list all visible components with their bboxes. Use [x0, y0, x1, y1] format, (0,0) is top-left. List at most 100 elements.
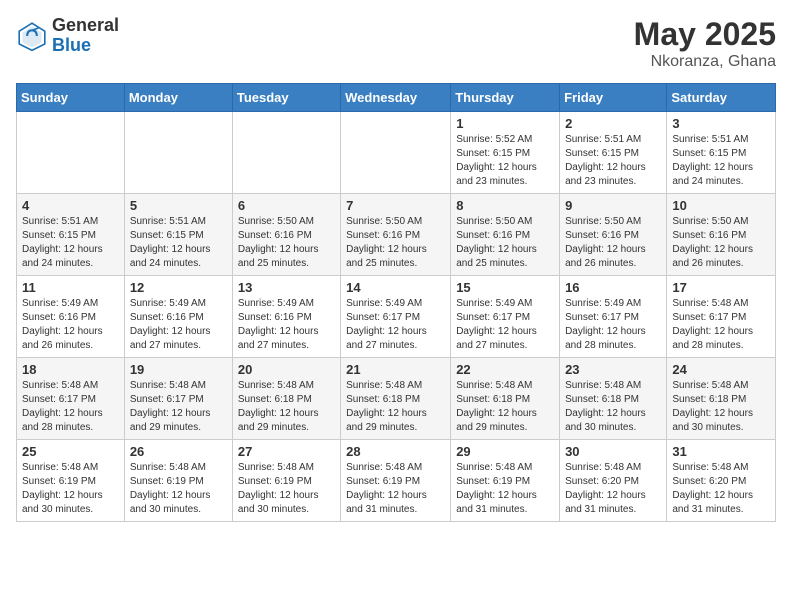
calendar-cell: 20Sunrise: 5:48 AM Sunset: 6:18 PM Dayli… [232, 358, 340, 440]
calendar-week-row: 18 Sunrise: 5:48 AM Sunset: 6:17 PM Dayli… [17, 358, 776, 440]
calendar-cell [341, 112, 451, 194]
calendar-cell: 29 Sunrise: 5:48 AM Sunset: 6:19 PM Dayli… [451, 440, 560, 522]
day-number: 10 [672, 198, 770, 213]
calendar-cell: 16Sunrise: 5:49 AM Sunset: 6:17 PM Dayli… [560, 276, 667, 358]
day-info: Sunrise: 5:50 AM Sunset: 6:16 PM Dayligh… [672, 215, 770, 271]
day-info: Sunrise: 5:49 AM Sunset: 6:16 PM Dayligh… [22, 297, 119, 353]
calendar-cell: 21Sunrise: 5:48 AM Sunset: 6:18 PM Dayli… [341, 358, 451, 440]
day-info: Sunrise: 5:48 AM Sunset: 6:20 PM Dayligh… [565, 461, 661, 517]
calendar-cell: 3 Sunrise: 5:51 AM Sunset: 6:15 PM Daylig… [667, 112, 776, 194]
day-number: 11 [22, 280, 119, 295]
calendar-table: SundayMondayTuesdayWednesdayThursdayFrid… [16, 83, 776, 522]
logo-icon [16, 20, 48, 52]
calendar-week-row: 4 Sunrise: 5:51 AM Sunset: 6:15 PM Daylig… [17, 194, 776, 276]
calendar-cell: 24 Sunrise: 5:48 AM Sunset: 6:18 PM Dayli… [667, 358, 776, 440]
calendar-cell: 27 Sunrise: 5:48 AM Sunset: 6:19 PM Dayli… [232, 440, 340, 522]
calendar-cell: 4Sunrise: 5:51 AM Sunset: 6:15 PM Daylig… [17, 194, 125, 276]
day-info: Sunrise: 5:48 AM Sunset: 6:17 PM Dayligh… [130, 379, 227, 435]
day-number: 16 [565, 280, 661, 295]
calendar-cell: 13 Sunrise: 5:49 AM Sunset: 6:16 PM Dayli… [232, 276, 340, 358]
day-info: Sunrise: 5:48 AM Sunset: 6:19 PM Dayligh… [238, 461, 335, 517]
day-number: 8 [456, 198, 554, 213]
weekday-header: Wednesday [341, 84, 451, 112]
calendar-cell: 23 Sunrise: 5:48 AM Sunset: 6:18 PM Dayli… [560, 358, 667, 440]
day-info: Sunrise: 5:50 AM Sunset: 6:16 PM Dayligh… [565, 215, 661, 271]
calendar-cell: 28 Sunrise: 5:48 AM Sunset: 6:19 PM Dayli… [341, 440, 451, 522]
day-info: Sunrise: 5:48 AM Sunset: 6:19 PM Dayligh… [130, 461, 227, 517]
weekday-header: Sunday [17, 84, 125, 112]
day-info: Sunrise: 5:48 AM Sunset: 6:18 PM Dayligh… [346, 379, 445, 435]
calendar-cell: 2 Sunrise: 5:51 AM Sunset: 6:15 PM Daylig… [560, 112, 667, 194]
page-header: General Blue May 2025 Nkoranza, Ghana [16, 16, 776, 71]
day-info: Sunrise: 5:48 AM Sunset: 6:19 PM Dayligh… [346, 461, 445, 517]
day-number: 5 [130, 198, 227, 213]
day-number: 30 [565, 444, 661, 459]
day-info: Sunrise: 5:50 AM Sunset: 6:16 PM Dayligh… [346, 215, 445, 271]
calendar-cell [17, 112, 125, 194]
calendar-cell: 25 Sunrise: 5:48 AM Sunset: 6:19 PM Dayli… [17, 440, 125, 522]
day-info: Sunrise: 5:49 AM Sunset: 6:17 PM Dayligh… [346, 297, 445, 353]
day-number: 15 [456, 280, 554, 295]
calendar-cell: 10 Sunrise: 5:50 AM Sunset: 6:16 PM Dayli… [667, 194, 776, 276]
calendar-cell: 7 Sunrise: 5:50 AM Sunset: 6:16 PM Daylig… [341, 194, 451, 276]
day-number: 18 [22, 362, 119, 377]
day-number: 1 [456, 116, 554, 131]
day-info: Sunrise: 5:48 AM Sunset: 6:20 PM Dayligh… [672, 461, 770, 517]
day-info: Sunrise: 5:48 AM Sunset: 6:18 PM Dayligh… [456, 379, 554, 435]
logo-blue: Blue [52, 36, 119, 56]
day-number: 3 [672, 116, 770, 131]
calendar-cell: 17 Sunrise: 5:48 AM Sunset: 6:17 PM Dayli… [667, 276, 776, 358]
calendar-header-row: SundayMondayTuesdayWednesdayThursdayFrid… [17, 84, 776, 112]
calendar-cell: 15Sunrise: 5:49 AM Sunset: 6:17 PM Dayli… [451, 276, 560, 358]
calendar-cell [232, 112, 340, 194]
day-info: Sunrise: 5:51 AM Sunset: 6:15 PM Dayligh… [565, 133, 661, 189]
day-info: Sunrise: 5:48 AM Sunset: 6:18 PM Dayligh… [565, 379, 661, 435]
day-number: 23 [565, 362, 661, 377]
day-info: Sunrise: 5:48 AM Sunset: 6:18 PM Dayligh… [672, 379, 770, 435]
logo-text: General Blue [52, 16, 119, 56]
day-info: Sunrise: 5:51 AM Sunset: 6:15 PM Dayligh… [130, 215, 227, 271]
day-info: Sunrise: 5:48 AM Sunset: 6:17 PM Dayligh… [672, 297, 770, 353]
calendar-cell: 26 Sunrise: 5:48 AM Sunset: 6:19 PM Dayli… [124, 440, 232, 522]
day-number: 17 [672, 280, 770, 295]
calendar-cell: 11 Sunrise: 5:49 AM Sunset: 6:16 PM Dayli… [17, 276, 125, 358]
day-number: 27 [238, 444, 335, 459]
calendar-cell: 6Sunrise: 5:50 AM Sunset: 6:16 PM Daylig… [232, 194, 340, 276]
day-number: 13 [238, 280, 335, 295]
calendar-title: May 2025 [634, 16, 776, 53]
day-info: Sunrise: 5:49 AM Sunset: 6:16 PM Dayligh… [238, 297, 335, 353]
day-info: Sunrise: 5:48 AM Sunset: 6:19 PM Dayligh… [22, 461, 119, 517]
weekday-header: Tuesday [232, 84, 340, 112]
day-number: 28 [346, 444, 445, 459]
day-info: Sunrise: 5:50 AM Sunset: 6:16 PM Dayligh… [238, 215, 335, 271]
day-info: Sunrise: 5:48 AM Sunset: 6:19 PM Dayligh… [456, 461, 554, 517]
day-number: 31 [672, 444, 770, 459]
weekday-header: Thursday [451, 84, 560, 112]
calendar-cell: 18 Sunrise: 5:48 AM Sunset: 6:17 PM Dayli… [17, 358, 125, 440]
calendar-cell: 19 Sunrise: 5:48 AM Sunset: 6:17 PM Dayli… [124, 358, 232, 440]
day-number: 29 [456, 444, 554, 459]
day-info: Sunrise: 5:48 AM Sunset: 6:17 PM Dayligh… [22, 379, 119, 435]
logo: General Blue [16, 16, 119, 56]
day-info: Sunrise: 5:49 AM Sunset: 6:16 PM Dayligh… [130, 297, 227, 353]
day-number: 19 [130, 362, 227, 377]
day-number: 7 [346, 198, 445, 213]
calendar-cell [124, 112, 232, 194]
calendar-cell: 22Sunrise: 5:48 AM Sunset: 6:18 PM Dayli… [451, 358, 560, 440]
logo-general: General [52, 16, 119, 36]
day-number: 26 [130, 444, 227, 459]
weekday-header: Saturday [667, 84, 776, 112]
day-number: 4 [22, 198, 119, 213]
calendar-cell: 5 Sunrise: 5:51 AM Sunset: 6:15 PM Daylig… [124, 194, 232, 276]
day-info: Sunrise: 5:50 AM Sunset: 6:16 PM Dayligh… [456, 215, 554, 271]
calendar-cell: 30 Sunrise: 5:48 AM Sunset: 6:20 PM Dayli… [560, 440, 667, 522]
calendar-week-row: 25 Sunrise: 5:48 AM Sunset: 6:19 PM Dayli… [17, 440, 776, 522]
day-number: 2 [565, 116, 661, 131]
day-number: 24 [672, 362, 770, 377]
day-info: Sunrise: 5:52 AM Sunset: 6:15 PM Dayligh… [456, 133, 554, 189]
weekday-header: Monday [124, 84, 232, 112]
day-number: 25 [22, 444, 119, 459]
calendar-cell: 12 Sunrise: 5:49 AM Sunset: 6:16 PM Dayli… [124, 276, 232, 358]
day-info: Sunrise: 5:51 AM Sunset: 6:15 PM Dayligh… [672, 133, 770, 189]
day-number: 12 [130, 280, 227, 295]
